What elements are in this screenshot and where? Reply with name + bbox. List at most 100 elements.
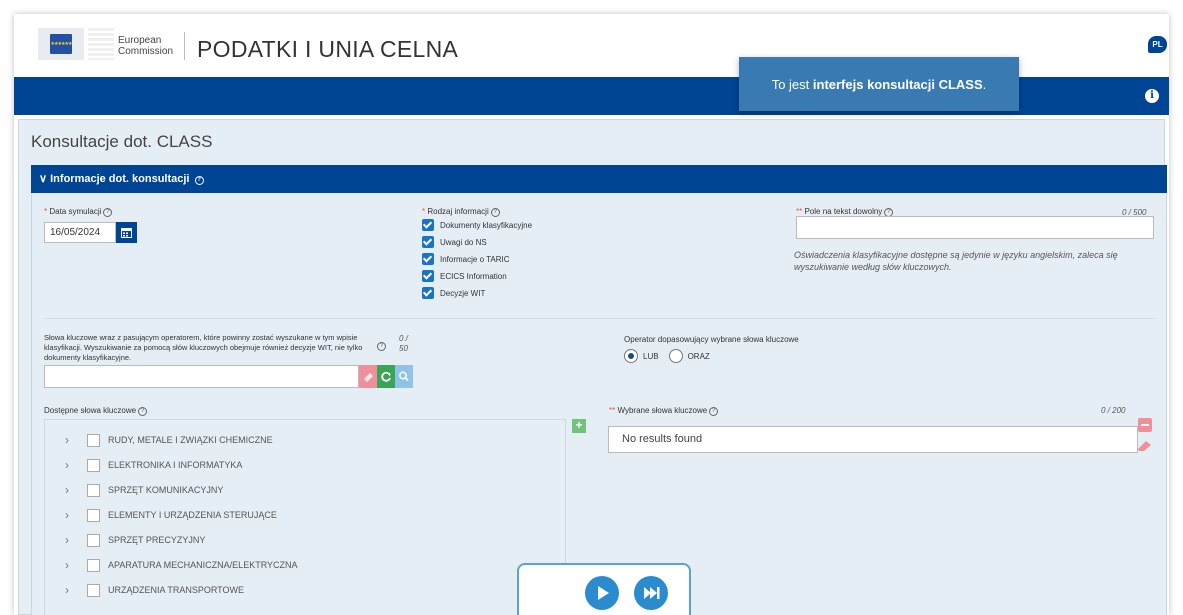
chevron-right-icon[interactable]: › (65, 508, 79, 522)
selected-keywords-counter: 0 / 200 (1101, 406, 1126, 415)
search-button[interactable] (395, 365, 413, 388)
intro-tooltip: To jest interfejs konsultacji CLASS. (739, 57, 1019, 111)
tree-item[interactable]: › ELEKTRONIKA I INFORMATYKA (65, 456, 242, 474)
skip-next-icon (644, 587, 660, 599)
tooltip-bold: interfejs konsultacji CLASS (812, 77, 983, 92)
checkbox-checked[interactable] (422, 219, 434, 231)
info-type-label: Rodzaj informacji (427, 207, 489, 216)
ec-name-line2: Commission (118, 46, 174, 57)
section-header-consultation-info[interactable]: ∨ Informacje dot. konsultacji ? (31, 165, 1167, 193)
checkbox-label: ECICS Information (440, 271, 507, 281)
tree-item-label: SPRZĘT PRECYZYJNY (108, 535, 206, 545)
chevron-right-icon[interactable]: › (65, 533, 79, 547)
help-icon[interactable]: ? (377, 342, 386, 351)
free-text-input[interactable] (796, 216, 1154, 239)
selected-keywords-label-wrap: ** Wybrane słowa kluczowe? (609, 406, 719, 416)
refresh-button[interactable] (377, 365, 395, 388)
tree-item[interactable]: › APARATURA MECHANICZNA/ELEKTRYCZNA (65, 556, 298, 574)
info-type-label-wrap: * Rodzaj informacji? (422, 207, 500, 217)
chevron-right-icon[interactable]: › (65, 433, 79, 447)
checkbox-row[interactable]: ECICS Information (422, 269, 507, 283)
keywords-counter-top: 0 / (399, 334, 408, 343)
calendar-icon (121, 228, 132, 238)
ec-name: European Commission (118, 35, 173, 57)
tooltip-suffix: . (982, 77, 987, 92)
chevron-right-icon[interactable]: › (65, 558, 79, 572)
checkbox-checked[interactable] (422, 236, 434, 248)
checkbox-checked[interactable] (422, 253, 434, 265)
date-input[interactable]: 16/05/2024 (44, 222, 116, 243)
tree-checkbox[interactable] (87, 508, 100, 522)
tree-item-label: ELEMENTY I URZĄDZENIA STERUJĄCE (108, 510, 277, 520)
tour-player-controls (517, 563, 691, 615)
ec-logo-lines (88, 28, 114, 60)
divider (44, 318, 1155, 319)
refresh-icon (381, 371, 391, 382)
play-button[interactable] (585, 576, 619, 610)
tree-item-label: URZĄDZENIA TRANSPORTOWE (108, 585, 245, 595)
eu-flag-icon: ★★★★★★ (38, 28, 84, 60)
radio-oraz[interactable] (668, 349, 683, 363)
checkbox-row[interactable]: Uwagi do NS (422, 235, 487, 249)
available-keywords-label: Dostępne słowa kluczowe (44, 406, 137, 415)
consultation-panel: * Data symulacji? 16/05/2024 * Rodzaj in… (31, 193, 1167, 615)
tree-item[interactable]: › ELEMENTY I URZĄDZENIA STERUJĄCE (65, 506, 277, 524)
operator-label: Operator dopasowujący wybrane słowa kluc… (624, 335, 799, 344)
chevron-down-icon: ∨ (39, 173, 48, 185)
tooltip-prefix: To jest (771, 77, 813, 92)
tree-checkbox[interactable] (87, 433, 100, 447)
available-keywords-tree: › RUDY, METALE I ZWIĄZKI CHEMICZNE › ELEKT… (44, 419, 566, 615)
checkbox-row[interactable]: Decyzje WIT (422, 286, 485, 300)
free-text-label: Pole na tekst dowolny (804, 207, 883, 216)
selected-keywords-list[interactable]: No results found (608, 426, 1138, 453)
checkbox-row[interactable]: Informacje o TARIC (422, 252, 510, 266)
checkbox-row[interactable]: Dokumenty klasyfikacyjne (422, 218, 532, 232)
selected-keywords-label: Wybrane słowa kluczowe (617, 406, 708, 415)
tree-item[interactable]: › SPRZĘT PRECYZYJNY (65, 531, 205, 549)
keywords-counter-bottom: 50 (399, 344, 408, 353)
tree-checkbox[interactable] (87, 483, 100, 497)
info-icon[interactable]: i (1145, 89, 1159, 103)
language-selector[interactable]: PL (1148, 36, 1167, 53)
tree-item-label: ELEKTRONIKA I INFORMATYKA (108, 460, 243, 470)
tree-checkbox[interactable] (87, 558, 100, 572)
checkbox-label: Informacje o TARIC (440, 254, 510, 264)
help-icon[interactable]: ? (138, 407, 148, 416)
help-icon[interactable]: ? (709, 407, 719, 416)
calendar-button[interactable] (116, 222, 137, 243)
remove-keyword-button[interactable] (1138, 418, 1152, 432)
free-text-hint: Oświadczenia klasyfikacyjne dostępne są … (794, 250, 1118, 272)
keywords-label: Słowa kluczowe wraz z pasującym operator… (44, 333, 363, 362)
tree-checkbox[interactable] (87, 533, 100, 547)
radio-lub-label: LUB (643, 351, 659, 361)
tree-item-label: RUDY, METALE I ZWIĄZKI CHEMICZNE (108, 435, 273, 445)
help-icon[interactable]: ? (490, 208, 500, 217)
tree-item[interactable]: › RUDY, METALE I ZWIĄZKI CHEMICZNE (65, 431, 273, 449)
checkbox-label: Dokumenty klasyfikacyjne (440, 220, 533, 230)
ec-name-line1: European (118, 35, 162, 46)
app-frame: ★★★★★★ European Commission PODATKI I UNI… (14, 14, 1169, 615)
clear-button[interactable] (359, 365, 377, 388)
eraser-icon[interactable] (1136, 439, 1154, 453)
tree-checkbox[interactable] (87, 583, 100, 597)
chevron-right-icon[interactable]: › (65, 458, 79, 472)
tree-item[interactable]: › URZĄDZENIA TRANSPORTOWE (65, 581, 244, 599)
chevron-right-icon[interactable]: › (65, 583, 79, 597)
radio-lub[interactable] (624, 349, 638, 363)
chevron-right-icon[interactable]: › (65, 483, 79, 497)
help-icon[interactable]: ? (194, 176, 204, 185)
date-label: Data symulacji (49, 207, 102, 216)
keywords-search-input[interactable] (44, 365, 359, 388)
checkbox-checked[interactable] (422, 270, 434, 282)
skip-next-button[interactable] (634, 576, 668, 610)
ec-logo[interactable]: ★★★★★★ (38, 25, 116, 65)
checkbox-checked[interactable] (422, 287, 434, 299)
header-separator (184, 32, 185, 60)
add-keyword-button[interactable]: + (572, 419, 586, 433)
checkbox-label: Uwagi do NS (440, 237, 487, 247)
tree-item[interactable]: › SPRZĘT KOMUNIKACYJNY (65, 481, 223, 499)
page-title: Konsultacje dot. CLASS (31, 132, 213, 151)
help-icon[interactable]: ? (103, 208, 113, 217)
tree-checkbox[interactable] (87, 458, 100, 472)
tree-item-label: SPRZĘT KOMUNIKACYJNY (108, 485, 224, 495)
